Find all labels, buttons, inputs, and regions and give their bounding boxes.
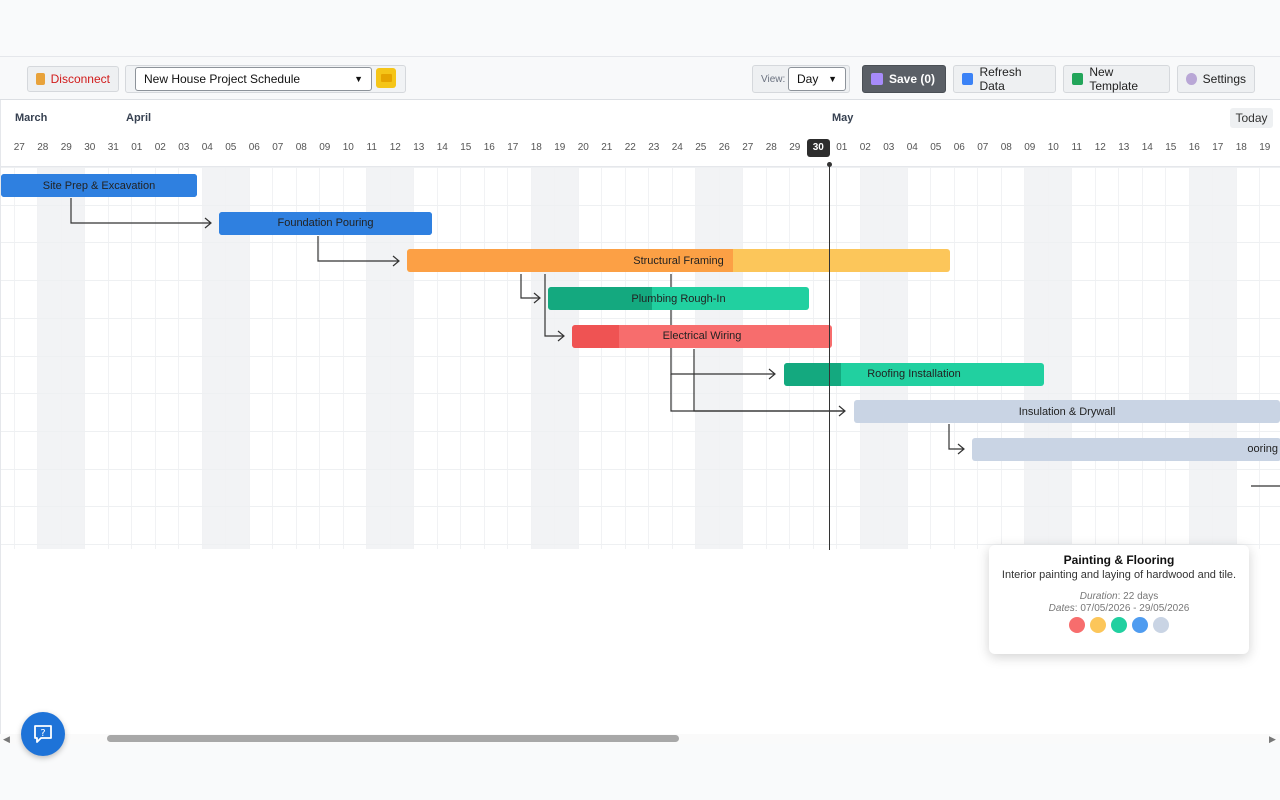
project-select-group: New House Project Schedule ▼ [125,65,406,93]
view-label: View: [761,73,786,85]
task-label: Roofing Installation [867,368,961,380]
task-bar[interactable]: Insulation & Drywall [854,400,1280,424]
task-bar[interactable]: ooring [972,437,1280,461]
plug-icon [36,73,45,85]
folder-icon[interactable] [376,68,396,88]
settings-label: Settings [1202,72,1246,86]
color-swatch[interactable] [1111,617,1127,633]
gantt-app: Disconnect New House Project Schedule ▼ … [0,0,1280,800]
horizontal-scrollbar[interactable]: ◀ ▶ [0,734,1280,744]
save-label: Save (0) [889,72,936,86]
task-label: Plumbing Rough-In [631,292,726,305]
task-bar[interactable]: Electrical Wiring [572,324,832,348]
refresh-icon [962,73,974,85]
project-select[interactable]: New House Project Schedule ▼ [135,67,372,91]
color-swatch[interactable] [1069,617,1085,633]
task-label: Foundation Pouring [277,217,374,230]
new-template-button[interactable]: New Template [1063,65,1170,93]
popup-duration-label: Duration [1079,591,1118,602]
gear-icon [1186,73,1197,85]
chevron-down-icon: ▼ [354,74,363,84]
task-label: Insulation & Drywall [1018,405,1116,418]
svg-text:?: ? [40,728,45,739]
task-popup: Painting & Flooring Interior painting an… [989,545,1249,654]
disconnect-button[interactable]: Disconnect [27,66,119,92]
today-marker-line [829,164,830,550]
save-button[interactable]: Save (0) [862,65,946,93]
view-select-value: Day [797,72,819,86]
color-swatch[interactable] [1132,617,1148,633]
scroll-thumb[interactable] [107,735,679,742]
chevron-down-icon: ▼ [828,74,837,84]
task-bar[interactable]: Site Prep & Excavation [1,174,197,197]
dependency-arrow [317,236,398,262]
popup-dates: Dates: 07/05/2026 - 29/05/2026 [1001,603,1237,615]
view-select[interactable]: Day ▼ [788,67,846,91]
task-progress [784,362,842,386]
gantt-chart: March April May Today 27 28 29 30 31 01 02 03 04… [0,100,1280,734]
disconnect-label: Disconnect [50,72,110,86]
help-chat-icon: ? [34,725,52,743]
popup-dates-label: Dates [1048,603,1075,614]
scroll-left-icon[interactable]: ◀ [3,734,10,745]
popup-title: Painting & Flooring [1063,553,1175,567]
popup-duration-value: : 22 days [1117,591,1159,602]
view-select-group: View: Day ▼ [752,65,850,93]
refresh-label: Refresh Data [979,65,1022,93]
color-swatch[interactable] [1153,617,1169,633]
dependency-arrow [948,424,963,450]
task-progress [572,324,619,348]
task-label: ooring [1247,443,1278,456]
scroll-right-icon[interactable]: ▶ [1269,734,1276,745]
color-swatches [1001,617,1237,633]
task-label: Site Prep & Excavation [42,179,156,192]
refresh-data-button[interactable]: Refresh Data [953,65,1056,93]
task-label: Electrical Wiring [662,330,742,343]
top-strip [0,0,1280,57]
task-label: Structural Framing [633,254,724,267]
project-select-value: New House Project Schedule [144,72,301,86]
popup-duration: Duration: 22 days [1001,591,1237,603]
task-bar[interactable]: Roofing Installation [784,362,1044,386]
popup-dates-value: : 07/05/2026 - 29/05/2026 [1074,603,1190,614]
floppy-icon [871,73,883,85]
task-bar[interactable]: Structural Framing [407,249,950,273]
dependency-arrow [70,198,210,224]
task-bar[interactable]: Plumbing Rough-In [548,287,809,311]
grid-icon [1072,73,1084,85]
popup-description: Interior painting and laying of hardwood… [1001,569,1237,581]
new-template-label: New Template [1089,65,1139,93]
task-bar[interactable]: Foundation Pouring [219,211,432,235]
color-swatch[interactable] [1090,617,1106,633]
settings-button[interactable]: Settings [1177,65,1255,93]
toolbar: Disconnect New House Project Schedule ▼ … [0,57,1280,100]
help-button[interactable]: ? [21,712,65,756]
